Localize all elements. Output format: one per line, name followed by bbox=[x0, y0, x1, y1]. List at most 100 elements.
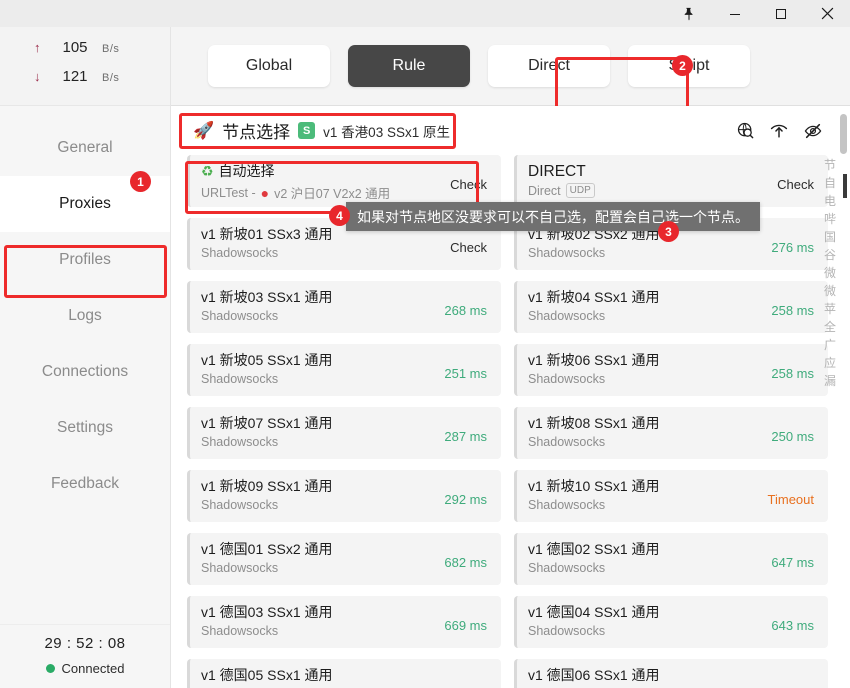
sidebar-item-connections[interactable]: Connections bbox=[0, 344, 170, 400]
pin-icon[interactable] bbox=[666, 0, 712, 27]
proxy-card[interactable]: v1 德国05 SSx1 通用Shadowsocks bbox=[187, 659, 501, 688]
quick-nav-char[interactable]: 国 bbox=[824, 230, 836, 245]
latency-value: 292 ms bbox=[444, 492, 487, 507]
proxy-type-label: Shadowsocks bbox=[528, 309, 606, 323]
proxy-type: Shadowsocks bbox=[201, 246, 431, 260]
proxy-name: v1 新坡06 SSx1 通用 bbox=[528, 352, 660, 368]
quick-nav-char[interactable]: 哔 bbox=[824, 212, 836, 227]
minimize-button[interactable] bbox=[712, 0, 758, 27]
proxy-card[interactable]: v1 德国04 SSx1 通用 Shadowsocks 643 ms bbox=[514, 596, 828, 648]
sidebar-item-settings[interactable]: Settings bbox=[0, 400, 170, 456]
latency-value: 258 ms bbox=[771, 303, 814, 318]
quick-nav-char[interactable]: 微 bbox=[824, 284, 836, 299]
latency-value: 669 ms bbox=[444, 618, 487, 633]
group-actions bbox=[737, 122, 850, 140]
proxy-card[interactable]: v1 德国01 SSx2 通用 Shadowsocks 682 ms bbox=[187, 533, 501, 585]
quick-nav-char[interactable]: 全 bbox=[824, 320, 836, 335]
latency-value: 258 ms bbox=[771, 366, 814, 381]
download-speed-row: ↓ 121 B/s bbox=[0, 68, 170, 97]
group-type-tag: S bbox=[298, 122, 316, 139]
sidebar-nav: General Proxies Profiles Logs Connections Set… bbox=[0, 106, 170, 512]
sidebar-item-general[interactable]: General bbox=[0, 120, 170, 176]
quick-nav-char[interactable]: 自 bbox=[824, 176, 836, 191]
annotation-badge-4: 4 bbox=[329, 205, 350, 226]
proxy-name: v1 新坡04 SSx1 通用 bbox=[528, 289, 660, 305]
quick-nav-char[interactable]: 谷 bbox=[824, 248, 836, 263]
proxy-type-label: Shadowsocks bbox=[528, 561, 606, 575]
status-dot-icon: ● bbox=[260, 184, 270, 201]
quick-nav-char[interactable]: 应 bbox=[824, 356, 836, 371]
speed-test-icon[interactable] bbox=[770, 122, 788, 140]
proxy-name: v1 德国02 SSx1 通用 bbox=[528, 541, 660, 557]
proxy-type: Shadowsocks bbox=[201, 309, 431, 323]
proxy-card[interactable]: v1 德国03 SSx1 通用 Shadowsocks 669 ms bbox=[187, 596, 501, 648]
proxy-type: Shadowsocks bbox=[201, 435, 431, 449]
tab-global[interactable]: Global bbox=[208, 45, 330, 87]
proxy-card[interactable]: v1 新坡05 SSx1 通用 Shadowsocks 251 ms bbox=[187, 344, 501, 396]
proxy-type: Shadowsocks bbox=[528, 624, 758, 638]
proxy-card[interactable]: v1 新坡08 SSx1 通用 Shadowsocks 250 ms bbox=[514, 407, 828, 459]
proxy-name: v1 新坡09 SSx1 通用 bbox=[201, 478, 333, 494]
eye-off-icon[interactable] bbox=[804, 122, 822, 140]
proxy-type: URLTest - ● v2 沪日07 V2x2 通用 bbox=[201, 183, 431, 202]
quick-nav-char[interactable]: 苹 bbox=[824, 302, 836, 317]
quick-nav-char[interactable]: 漏 bbox=[824, 374, 836, 389]
close-button[interactable] bbox=[804, 0, 850, 27]
scrollbar-position-mark bbox=[843, 174, 847, 198]
proxy-type-label: Shadowsocks bbox=[201, 435, 279, 449]
proxy-card-main: v1 德国04 SSx1 通用 Shadowsocks bbox=[528, 603, 758, 648]
sidebar-item-feedback[interactable]: Feedback bbox=[0, 456, 170, 512]
check-button[interactable]: Check bbox=[758, 177, 816, 192]
maximize-button[interactable] bbox=[758, 0, 804, 27]
content-scrollbar[interactable] bbox=[840, 114, 847, 524]
latency-value: Timeout bbox=[767, 492, 814, 507]
quick-nav-char[interactable]: 节 bbox=[824, 158, 836, 173]
proxy-card[interactable]: v1 新坡09 SSx1 通用 Shadowsocks 292 ms bbox=[187, 470, 501, 522]
check-button[interactable]: Check bbox=[431, 177, 489, 192]
group-title: 节点选择 bbox=[222, 123, 291, 142]
proxy-type-label: Shadowsocks bbox=[201, 309, 279, 323]
proxy-type: Shadowsocks bbox=[201, 624, 431, 638]
quick-nav-char[interactable]: 广 bbox=[824, 338, 836, 353]
node-selection-group[interactable]: 🚀 节点选择 S v1 香港03 SSx1 原生 bbox=[187, 113, 462, 148]
tab-rule[interactable]: Rule bbox=[348, 45, 470, 87]
group-quick-nav-strip[interactable]: 节自电哔国谷微微苹全广应漏 bbox=[820, 158, 840, 389]
proxy-card-main: v1 德国05 SSx1 通用Shadowsocks bbox=[201, 666, 431, 688]
proxy-card[interactable]: v1 新坡03 SSx1 通用 Shadowsocks 268 ms bbox=[187, 281, 501, 333]
sidebar-item-profiles[interactable]: Profiles bbox=[0, 232, 170, 288]
quick-nav-char[interactable]: 微 bbox=[824, 266, 836, 281]
status-dot-icon bbox=[45, 664, 55, 673]
latency-value: 682 ms bbox=[444, 555, 487, 570]
proxy-card[interactable]: v1 德国06 SSx1 通用Shadowsocks bbox=[514, 659, 828, 688]
sidebar-item-logs[interactable]: Logs bbox=[0, 288, 170, 344]
proxy-card[interactable]: DIRECT Direct UDP Check bbox=[514, 155, 828, 207]
proxy-card-main: v1 新坡08 SSx1 通用 Shadowsocks bbox=[528, 414, 758, 459]
speed-indicator: ↑ 105 B/s ↓ 121 B/s bbox=[0, 27, 170, 106]
proxy-card[interactable]: v1 德国02 SSx1 通用 Shadowsocks 647 ms bbox=[514, 533, 828, 585]
proxy-card[interactable]: v1 新坡10 SSx1 通用 Shadowsocks Timeout bbox=[514, 470, 828, 522]
proxy-card[interactable]: v1 新坡04 SSx1 通用 Shadowsocks 258 ms bbox=[514, 281, 828, 333]
quick-nav-char[interactable]: 电 bbox=[824, 194, 836, 209]
proxy-type-label: Shadowsocks bbox=[528, 246, 606, 260]
proxy-name: v1 新坡08 SSx1 通用 bbox=[528, 415, 660, 431]
proxy-card-main: v1 新坡04 SSx1 通用 Shadowsocks bbox=[528, 288, 758, 333]
proxy-type: Shadowsocks bbox=[201, 498, 431, 512]
scrollbar-thumb[interactable] bbox=[840, 114, 847, 154]
proxy-card[interactable]: v1 新坡07 SSx1 通用 Shadowsocks 287 ms bbox=[187, 407, 501, 459]
proxy-name: DIRECT bbox=[528, 163, 586, 180]
proxy-card[interactable]: ♻ 自动选择 URLTest - ● v2 沪日07 V2x2 通用 Check bbox=[187, 155, 501, 207]
proxy-card-main: v1 新坡06 SSx1 通用 Shadowsocks bbox=[528, 351, 758, 396]
proxy-card-main: v1 新坡03 SSx1 通用 Shadowsocks bbox=[201, 288, 431, 333]
proxy-name: v1 德国06 SSx1 通用 bbox=[528, 667, 660, 683]
globe-search-icon[interactable] bbox=[737, 122, 754, 139]
sidebar-status: 29 : 52 : 08 Connected bbox=[0, 624, 170, 688]
check-button[interactable]: Check bbox=[431, 240, 489, 255]
download-speed-unit: B/s bbox=[102, 72, 120, 84]
proxy-card[interactable]: v1 新坡06 SSx1 通用 Shadowsocks 258 ms bbox=[514, 344, 828, 396]
annotation-badge-3: 3 bbox=[658, 221, 679, 242]
proxy-type-label: URLTest - bbox=[201, 185, 256, 200]
tab-direct[interactable]: Direct bbox=[488, 45, 610, 87]
proxy-name: v1 德国01 SSx2 通用 bbox=[201, 541, 333, 557]
latency-value: 287 ms bbox=[444, 429, 487, 444]
proxy-name: ♻ 自动选择 bbox=[201, 162, 431, 181]
